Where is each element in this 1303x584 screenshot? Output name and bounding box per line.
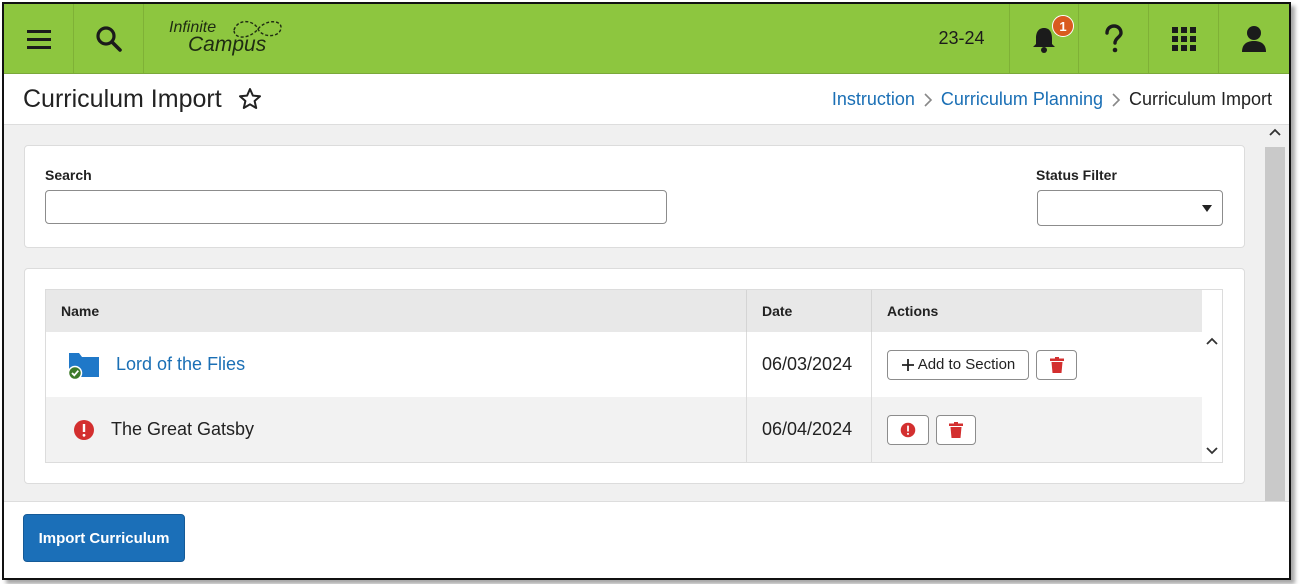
user-icon [1242, 25, 1266, 52]
search-button[interactable] [74, 4, 144, 73]
name-cell: The Great Gatsby [46, 397, 747, 462]
infinity-icon [233, 20, 282, 38]
apps-button[interactable] [1149, 4, 1219, 73]
search-input[interactable] [45, 190, 667, 224]
delete-button[interactable] [1036, 349, 1077, 380]
name-cell: Lord of the Flies [46, 332, 747, 397]
user-menu-button[interactable] [1219, 4, 1289, 73]
scroll-up-icon[interactable] [1205, 336, 1219, 346]
error-icon [74, 419, 94, 440]
chevron-right-icon [1112, 92, 1121, 107]
page-header: Curriculum Import Instruction Curriculum… [4, 74, 1289, 125]
add-to-section-label: Add to Section [917, 356, 1016, 373]
infinite-campus-logo[interactable]: Infinite Campus [166, 16, 286, 60]
breadcrumb-curriculum-planning[interactable]: Curriculum Planning [941, 89, 1103, 110]
column-header-actions: Actions [887, 303, 939, 319]
table-panel: Name Date Actions Lord of the Flies 06/0… [24, 268, 1245, 484]
scroll-up-icon[interactable] [1268, 127, 1282, 137]
error-icon [900, 422, 916, 437]
table-scrollbar[interactable] [1202, 290, 1222, 462]
status-filter-select[interactable] [1037, 190, 1223, 226]
school-year-label: 23-24 [938, 28, 985, 48]
menu-button[interactable] [4, 4, 74, 73]
hamburger-icon [26, 29, 51, 49]
curriculum-name: The Great Gatsby [111, 419, 255, 439]
search-label: Search [45, 167, 92, 183]
plus-icon [901, 358, 914, 371]
column-header-date[interactable]: Date [747, 290, 872, 332]
caret-down-icon [1202, 205, 1212, 212]
curriculum-name-link[interactable]: Lord of the Flies [116, 354, 245, 375]
table-header: Name Date Actions [46, 290, 1202, 333]
filter-panel: Search Status Filter [24, 145, 1245, 248]
delete-button[interactable] [936, 414, 976, 445]
notifications-button[interactable]: 1 [1009, 4, 1079, 73]
favorite-star-icon[interactable] [238, 87, 262, 111]
curriculum-table: Name Date Actions Lord of the Flies 06/0… [45, 289, 1223, 463]
notification-badge: 1 [1052, 15, 1074, 37]
view-error-button[interactable] [887, 414, 929, 445]
page-title: Curriculum Import [23, 85, 222, 113]
action-bar: Import Curriculum [4, 501, 1289, 578]
page-scrollbar[interactable] [1265, 125, 1285, 501]
add-to-section-button[interactable]: Add to Section [887, 349, 1029, 380]
folder-success-icon [67, 352, 99, 380]
trash-icon [949, 421, 963, 438]
date-cell: 06/04/2024 [747, 397, 872, 462]
breadcrumb: Instruction Curriculum Planning Curricul… [832, 89, 1272, 110]
grid-icon [1171, 26, 1196, 51]
table-row[interactable]: Lord of the Flies 06/03/2024 Add to Sect… [46, 332, 1202, 397]
scroll-down-icon[interactable] [1205, 446, 1219, 456]
column-header-name[interactable]: Name [46, 290, 747, 332]
import-curriculum-button[interactable]: Import Curriculum [23, 514, 185, 562]
question-mark-icon [1104, 23, 1123, 52]
chevron-right-icon [924, 92, 933, 107]
school-year-selector[interactable]: 23-24 [914, 4, 1010, 73]
breadcrumb-current: Curriculum Import [1128, 89, 1272, 109]
date-cell: 06/03/2024 [747, 332, 872, 397]
top-bar: Infinite Campus 23-24 1 [4, 4, 1289, 74]
status-filter-label: Status Filter [1036, 167, 1117, 183]
actions-cell [872, 397, 1202, 462]
app-window: Infinite Campus 23-24 1 Curriculum Impor… [2, 2, 1291, 580]
search-icon [95, 25, 122, 52]
breadcrumb-instruction[interactable]: Instruction [832, 89, 915, 110]
trash-icon [1049, 356, 1064, 373]
table-row[interactable]: The Great Gatsby 06/04/2024 [46, 397, 1202, 462]
actions-cell: Add to Section [872, 332, 1202, 397]
help-button[interactable] [1079, 4, 1149, 73]
scrollbar-thumb[interactable] [1265, 147, 1285, 501]
